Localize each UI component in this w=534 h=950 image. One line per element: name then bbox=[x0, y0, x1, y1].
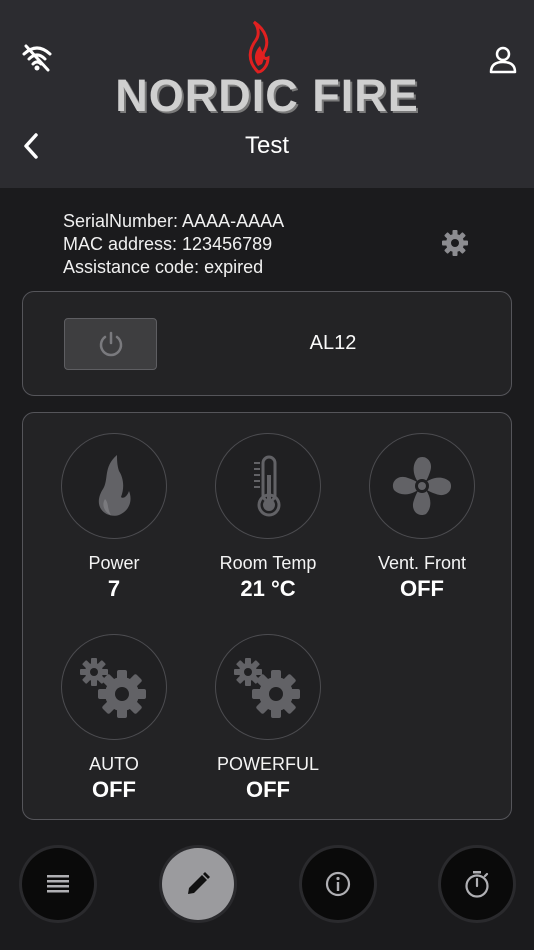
user-account-button[interactable] bbox=[488, 46, 518, 74]
user-icon bbox=[489, 46, 517, 74]
power-toggle-button[interactable] bbox=[64, 318, 157, 370]
gears-icon bbox=[80, 658, 146, 718]
control-room-temp[interactable]: Room Temp 21 °C bbox=[203, 433, 333, 602]
thermometer-icon bbox=[254, 455, 281, 517]
control-auto-value: OFF bbox=[92, 777, 136, 802]
control-power[interactable]: Power 7 bbox=[49, 433, 179, 602]
nav-info-button[interactable] bbox=[302, 848, 374, 920]
control-room-temp-circle[interactable] bbox=[215, 433, 321, 539]
settings-button[interactable] bbox=[440, 228, 470, 258]
serial-number: SerialNumber: AAAA-AAAA bbox=[63, 211, 285, 231]
nav-timer-button[interactable] bbox=[441, 848, 513, 920]
device-title: Test bbox=[244, 132, 289, 159]
power-icon bbox=[99, 331, 122, 357]
power-panel: AL12 bbox=[22, 291, 512, 396]
gear-icon bbox=[442, 230, 468, 256]
control-room-temp-label: Room Temp bbox=[219, 553, 317, 573]
control-powerful-label: POWERFUL bbox=[216, 754, 319, 774]
control-vent-front-circle[interactable] bbox=[369, 433, 475, 539]
fan-icon bbox=[393, 456, 451, 516]
device-info: SerialNumber: AAAA-AAAA MAC address: 123… bbox=[63, 210, 284, 279]
timer-icon bbox=[465, 871, 489, 898]
control-power-circle[interactable] bbox=[61, 433, 167, 539]
flame-logo-icon bbox=[248, 20, 270, 74]
list-icon bbox=[47, 875, 69, 893]
control-vent-front-value: OFF bbox=[400, 576, 444, 601]
app-header: NORDIC FIRE Test bbox=[0, 0, 534, 188]
control-vent-front[interactable]: Vent. Front OFF bbox=[357, 433, 487, 602]
assistance-code: Assistance code: expired bbox=[63, 257, 264, 277]
control-auto[interactable]: AUTO OFF bbox=[49, 634, 179, 803]
nav-list-button[interactable] bbox=[22, 848, 94, 920]
brand-logo: NORDIC FIRE bbox=[115, 70, 419, 121]
controls-panel: Power 7 Room Temp 21 °C Vent. Front OFF … bbox=[22, 412, 512, 820]
gears-icon bbox=[234, 658, 300, 718]
control-vent-front-label: Vent. Front bbox=[377, 553, 467, 573]
edit-icon bbox=[188, 872, 210, 894]
model-label: AL12 bbox=[309, 332, 357, 354]
control-powerful[interactable]: POWERFUL OFF bbox=[203, 634, 333, 803]
flame-icon bbox=[98, 455, 131, 516]
control-power-value: 7 bbox=[107, 576, 121, 601]
control-power-label: Power bbox=[88, 553, 140, 573]
nav-edit-button[interactable] bbox=[162, 848, 234, 920]
control-powerful-circle[interactable] bbox=[215, 634, 321, 740]
control-auto-circle[interactable] bbox=[61, 634, 167, 740]
mac-address: MAC address: 123456789 bbox=[63, 234, 273, 254]
control-auto-label: AUTO bbox=[89, 754, 139, 774]
control-room-temp-value: 21 °C bbox=[240, 576, 296, 601]
control-powerful-value: OFF bbox=[246, 777, 290, 802]
info-icon bbox=[325, 871, 351, 897]
